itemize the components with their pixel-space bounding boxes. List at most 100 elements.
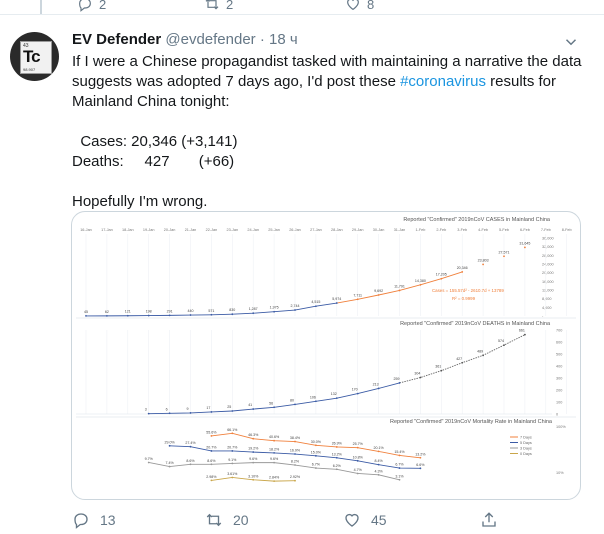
chart3-data-label: 66.1% (227, 428, 238, 432)
hashtag-link[interactable]: #coronavirus (400, 73, 486, 90)
chart3-data-label: 13.2% (332, 452, 343, 456)
user-handle[interactable]: @evdefender (165, 31, 255, 48)
chart3-point (189, 445, 192, 448)
chart3-data-label: 9.7% (145, 457, 154, 461)
chart1-point (147, 314, 150, 317)
chart2-data-label: 361 (435, 365, 441, 369)
chart1-point (419, 283, 422, 286)
chart3-point (210, 450, 213, 452)
tweet[interactable]: 43 Tc 98.907 EV Defender @evdefender · 1… (0, 15, 604, 534)
like-count: 45 (371, 512, 387, 528)
text-line-2-start: suggests was adopted 7 days ago, I'd pos… (72, 73, 401, 90)
share-button[interactable] (480, 511, 498, 529)
chart3-point (231, 450, 234, 452)
chart3-legend-label: 5 Days (520, 441, 532, 445)
reply-icon (79, 0, 91, 12)
chart3-data-label: 8.2% (291, 460, 300, 464)
chart1-point (294, 309, 296, 311)
chart1-point (315, 305, 317, 308)
chart1-data-label: 14,380 (415, 279, 426, 283)
chevron-down-icon[interactable] (562, 33, 580, 51)
tweet-media-chart[interactable]: Reported "Confirmed" 2019nCoV CASES in M… (71, 211, 581, 500)
chart3-data-label: 30.0% (311, 440, 322, 444)
chart1-data-label: 1,287 (249, 307, 258, 311)
chart3-point (252, 461, 255, 464)
chart3-point (210, 435, 213, 437)
chart3-point (398, 478, 401, 481)
chart1-x-tick: 27-Jan (310, 228, 322, 232)
chart1-y-tick: 20,000 (542, 271, 554, 275)
avatar[interactable]: 43 Tc 98.907 (10, 32, 59, 81)
chart2-point (356, 392, 359, 395)
prev-reply-button[interactable]: 2 (77, 0, 106, 12)
chart3-point (210, 463, 213, 466)
chart3-point (398, 467, 401, 469)
chart1-x-tick: 23-Jan (226, 228, 238, 232)
chart1-x-tick: 3-Feb (457, 228, 467, 232)
reply-button[interactable]: 13 (72, 511, 116, 529)
chart1-point (168, 314, 171, 317)
chart3-point (147, 461, 150, 464)
thread-line (40, 0, 42, 14)
chart2-data-label: 132 (331, 392, 337, 396)
chart3-y-tick-mid: 10% (556, 471, 564, 475)
chart1-data-label: 830 (229, 308, 235, 312)
chart3-point (419, 456, 422, 459)
chart3-data-label: 3.1% (395, 474, 404, 478)
chart3-data-label: 20.1% (373, 446, 384, 450)
chart2-y-tick: 200 (556, 389, 562, 393)
retweet-button[interactable]: 20 (205, 511, 249, 529)
chart2-data-label: 3 (145, 408, 147, 412)
chart2-point (524, 333, 526, 336)
chart3-point (168, 444, 171, 447)
chart3-data-label: 2.92% (290, 475, 301, 479)
chart3-point (168, 465, 171, 468)
chart3-point (252, 437, 255, 440)
prev-retweet-count: 2 (226, 0, 234, 12)
prev-retweet-button[interactable]: 2 (204, 0, 233, 12)
share-icon (482, 512, 496, 527)
chart2-data-label: 106 (310, 395, 316, 399)
chart1-data-label: 440 (188, 309, 194, 313)
chart3-data-label: 7.4% (165, 461, 174, 465)
chart3-data-label: 29.0% (164, 440, 175, 444)
chart1-point (126, 314, 129, 317)
chart3-point (419, 467, 422, 470)
chart1-data-label: 20,346 (457, 266, 468, 270)
chart1-y-tick: 24,000 (542, 263, 554, 267)
chart1-data-label: 2,744 (291, 304, 300, 308)
chart2-data-label: 17 (206, 406, 210, 410)
chart2-y-tick: 600 (556, 341, 562, 345)
chart2-point (147, 412, 150, 415)
display-name[interactable]: EV Defender (72, 31, 161, 48)
chart1-projected-point (524, 246, 526, 249)
chart2-point (398, 382, 401, 384)
chart3-data-label: 6.2% (333, 464, 342, 468)
chart1-data-label: 1,975 (270, 306, 279, 310)
chart3-data-label: 6.7% (395, 463, 404, 467)
deaths-line: Deaths: 427 (+66) (72, 153, 235, 170)
timestamp[interactable]: 18 ч (269, 31, 298, 48)
chart1-data-label: 7,711 (353, 293, 362, 297)
like-button[interactable]: 45 (343, 511, 387, 529)
tweet-text: If I were a Chinese propagandist tasked … (72, 52, 587, 212)
chart1-projected-label: 31,645 (519, 241, 530, 245)
chart3-point (273, 480, 275, 483)
text-line-2-end: results for (485, 73, 557, 90)
chart1-data-label: 62 (105, 310, 109, 314)
chart3-data-label: 13.2% (415, 452, 426, 456)
chart3-point (335, 456, 338, 459)
chart2-data-label: 661 (519, 329, 525, 333)
chart3-data-label: 25.7% (353, 442, 364, 446)
chart1-y-tick: 12,000 (542, 289, 554, 293)
tweet-header: EV Defender @evdefender · 18 ч (72, 31, 298, 48)
chart3-point (335, 468, 338, 471)
retweet-icon (206, 513, 222, 527)
chart1-x-tick: 28-Jan (331, 228, 343, 232)
chart1-x-tick: 22-Jan (206, 228, 218, 232)
chart3-title: Reported "Confirmed" 2019nCoV Mortality … (390, 419, 553, 425)
prev-like-button[interactable]: 8 (345, 0, 374, 12)
chart1-x-tick: 17-Jan (101, 228, 113, 232)
chart1-data-label: 291 (167, 309, 173, 313)
chart3-data-label: 8.6% (207, 459, 216, 463)
